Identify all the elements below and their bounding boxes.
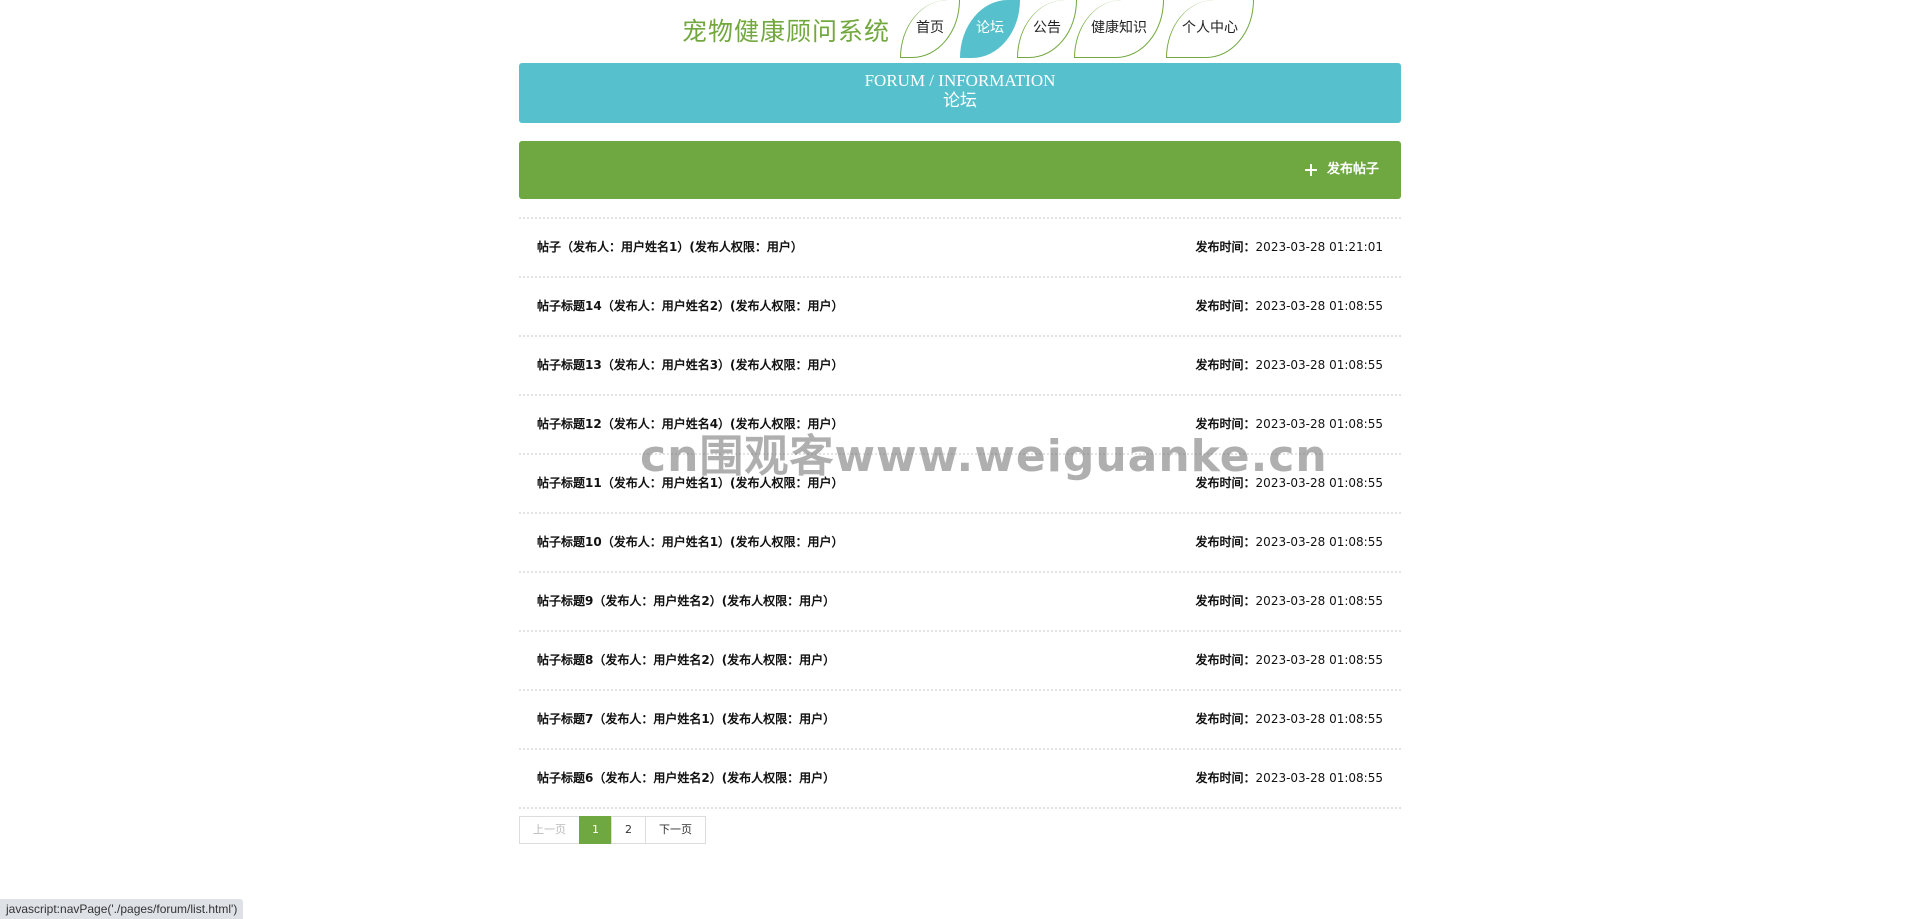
- site-title: 宠物健康顾问系统: [682, 17, 891, 46]
- post-time-value: 2023-03-28 01:08:55: [1255, 535, 1383, 549]
- post-row[interactable]: 帖子标题9（发布人：用户姓名2）(发布人权限：用户） 发布时间：2023-03-…: [519, 573, 1401, 632]
- post-title[interactable]: 帖子标题14（发布人：用户姓名2）(发布人权限：用户）: [537, 278, 844, 335]
- post-title[interactable]: 帖子标题9（发布人：用户姓名2）(发布人权限：用户）: [537, 573, 835, 630]
- post-title[interactable]: 帖子标题8（发布人：用户姓名2）(发布人权限：用户）: [537, 632, 835, 689]
- post-row[interactable]: 帖子标题7（发布人：用户姓名1）(发布人权限：用户） 发布时间：2023-03-…: [519, 691, 1401, 750]
- header: 宠物健康顾问系统 首页 论坛 公告 健康知识 个人中心: [0, 0, 1920, 62]
- post-time-value: 2023-03-28 01:08:55: [1255, 299, 1383, 313]
- post-time: 发布时间：2023-03-28 01:08:55: [1196, 514, 1383, 571]
- post-time: 发布时间：2023-03-28 01:08:55: [1196, 632, 1383, 689]
- post-time-value: 2023-03-28 01:08:55: [1255, 594, 1383, 608]
- post-title[interactable]: 帖子标题12（发布人：用户姓名4）(发布人权限：用户）: [537, 396, 844, 453]
- post-title[interactable]: 帖子标题6（发布人：用户姓名2）(发布人权限：用户）: [537, 750, 835, 807]
- post-title[interactable]: 帖子标题10（发布人：用户姓名1）(发布人权限：用户）: [537, 514, 844, 571]
- next-page-button[interactable]: 下一页: [645, 816, 706, 844]
- browser-status-bar: javascript:navPage('./pages/forum/list.h…: [0, 899, 244, 919]
- page-button-1[interactable]: 1: [579, 816, 612, 844]
- post-time-label: 发布时间：: [1195, 476, 1256, 490]
- post-row[interactable]: 帖子标题8（发布人：用户姓名2）(发布人权限：用户） 发布时间：2023-03-…: [519, 632, 1401, 691]
- banner-title-en: FORUM / INFORMATION: [864, 71, 1056, 90]
- page: 宠物健康顾问系统 首页 论坛 公告 健康知识 个人中心 FORUM / INFO…: [0, 0, 1920, 919]
- nav-item-home[interactable]: 首页: [900, 0, 960, 58]
- post-time: 发布时间：2023-03-28 01:08:55: [1196, 573, 1383, 630]
- post-time-value: 2023-03-28 01:08:55: [1255, 771, 1383, 785]
- post-time: 发布时间：2023-03-28 01:08:55: [1196, 750, 1383, 807]
- nav-item-forum[interactable]: 论坛: [960, 0, 1020, 58]
- post-time-label: 发布时间：: [1195, 358, 1256, 372]
- post-time-value: 2023-03-28 01:08:55: [1255, 476, 1383, 490]
- nav-item-personal-center[interactable]: 个人中心: [1166, 0, 1254, 58]
- section-banner: FORUM / INFORMATION 论坛: [519, 63, 1401, 123]
- post-time: 发布时间：2023-03-28 01:08:55: [1196, 337, 1383, 394]
- nav-item-health-knowledge[interactable]: 健康知识: [1074, 0, 1164, 58]
- post-time-value: 2023-03-28 01:08:55: [1255, 712, 1383, 726]
- post-title[interactable]: 帖子标题13（发布人：用户姓名3）(发布人权限：用户）: [537, 337, 844, 394]
- post-row[interactable]: 帖子标题10（发布人：用户姓名1）(发布人权限：用户） 发布时间：2023-03…: [519, 514, 1401, 573]
- post-time-label: 发布时间：: [1195, 771, 1256, 785]
- post-time-value: 2023-03-28 01:21:01: [1255, 240, 1383, 254]
- post-time-value: 2023-03-28 01:08:55: [1255, 417, 1383, 431]
- post-time-label: 发布时间：: [1195, 240, 1256, 254]
- post-time-label: 发布时间：: [1195, 535, 1256, 549]
- post-time-value: 2023-03-28 01:08:55: [1255, 358, 1383, 372]
- post-time-label: 发布时间：: [1195, 299, 1256, 313]
- post-time: 发布时间：2023-03-28 01:08:55: [1196, 278, 1383, 335]
- prev-page-button[interactable]: 上一页: [519, 816, 580, 844]
- post-list: 帖子（发布人：用户姓名1）(发布人权限：用户） 发布时间：2023-03-28 …: [519, 217, 1401, 809]
- post-row[interactable]: 帖子标题6（发布人：用户姓名2）(发布人权限：用户） 发布时间：2023-03-…: [519, 750, 1401, 809]
- post-title[interactable]: 帖子标题7（发布人：用户姓名1）(发布人权限：用户）: [537, 691, 835, 748]
- post-time-label: 发布时间：: [1195, 417, 1256, 431]
- banner-title-cn: 论坛: [943, 91, 977, 111]
- post-row[interactable]: 帖子（发布人：用户姓名1）(发布人权限：用户） 发布时间：2023-03-28 …: [519, 219, 1401, 278]
- post-time: 发布时间：2023-03-28 01:08:55: [1196, 455, 1383, 512]
- post-title[interactable]: 帖子标题11（发布人：用户姓名1）(发布人权限：用户）: [537, 455, 844, 512]
- page-button-2[interactable]: 2: [611, 816, 646, 844]
- publish-post-label: 发布帖子: [1326, 162, 1379, 177]
- post-time-value: 2023-03-28 01:08:55: [1255, 653, 1383, 667]
- nav-item-announcement[interactable]: 公告: [1017, 0, 1077, 58]
- pagination: 上一页 1 2 下一页: [519, 816, 706, 844]
- post-time: 发布时间：2023-03-28 01:21:01: [1196, 219, 1383, 276]
- post-time-label: 发布时间：: [1195, 712, 1256, 726]
- post-time: 发布时间：2023-03-28 01:08:55: [1196, 396, 1383, 453]
- post-title[interactable]: 帖子（发布人：用户姓名1）(发布人权限：用户）: [537, 219, 803, 276]
- post-time-label: 发布时间：: [1195, 594, 1256, 608]
- action-bar: 发布帖子: [519, 141, 1401, 199]
- plus-icon: [1304, 164, 1317, 176]
- post-row[interactable]: 帖子标题12（发布人：用户姓名4）(发布人权限：用户） 发布时间：2023-03…: [519, 396, 1401, 455]
- post-row[interactable]: 帖子标题13（发布人：用户姓名3）(发布人权限：用户） 发布时间：2023-03…: [519, 337, 1401, 396]
- post-time: 发布时间：2023-03-28 01:08:55: [1196, 691, 1383, 748]
- post-row[interactable]: 帖子标题11（发布人：用户姓名1）(发布人权限：用户） 发布时间：2023-03…: [519, 455, 1401, 514]
- post-row[interactable]: 帖子标题14（发布人：用户姓名2）(发布人权限：用户） 发布时间：2023-03…: [519, 278, 1401, 337]
- post-time-label: 发布时间：: [1195, 653, 1256, 667]
- publish-post-button[interactable]: 发布帖子: [1304, 159, 1379, 181]
